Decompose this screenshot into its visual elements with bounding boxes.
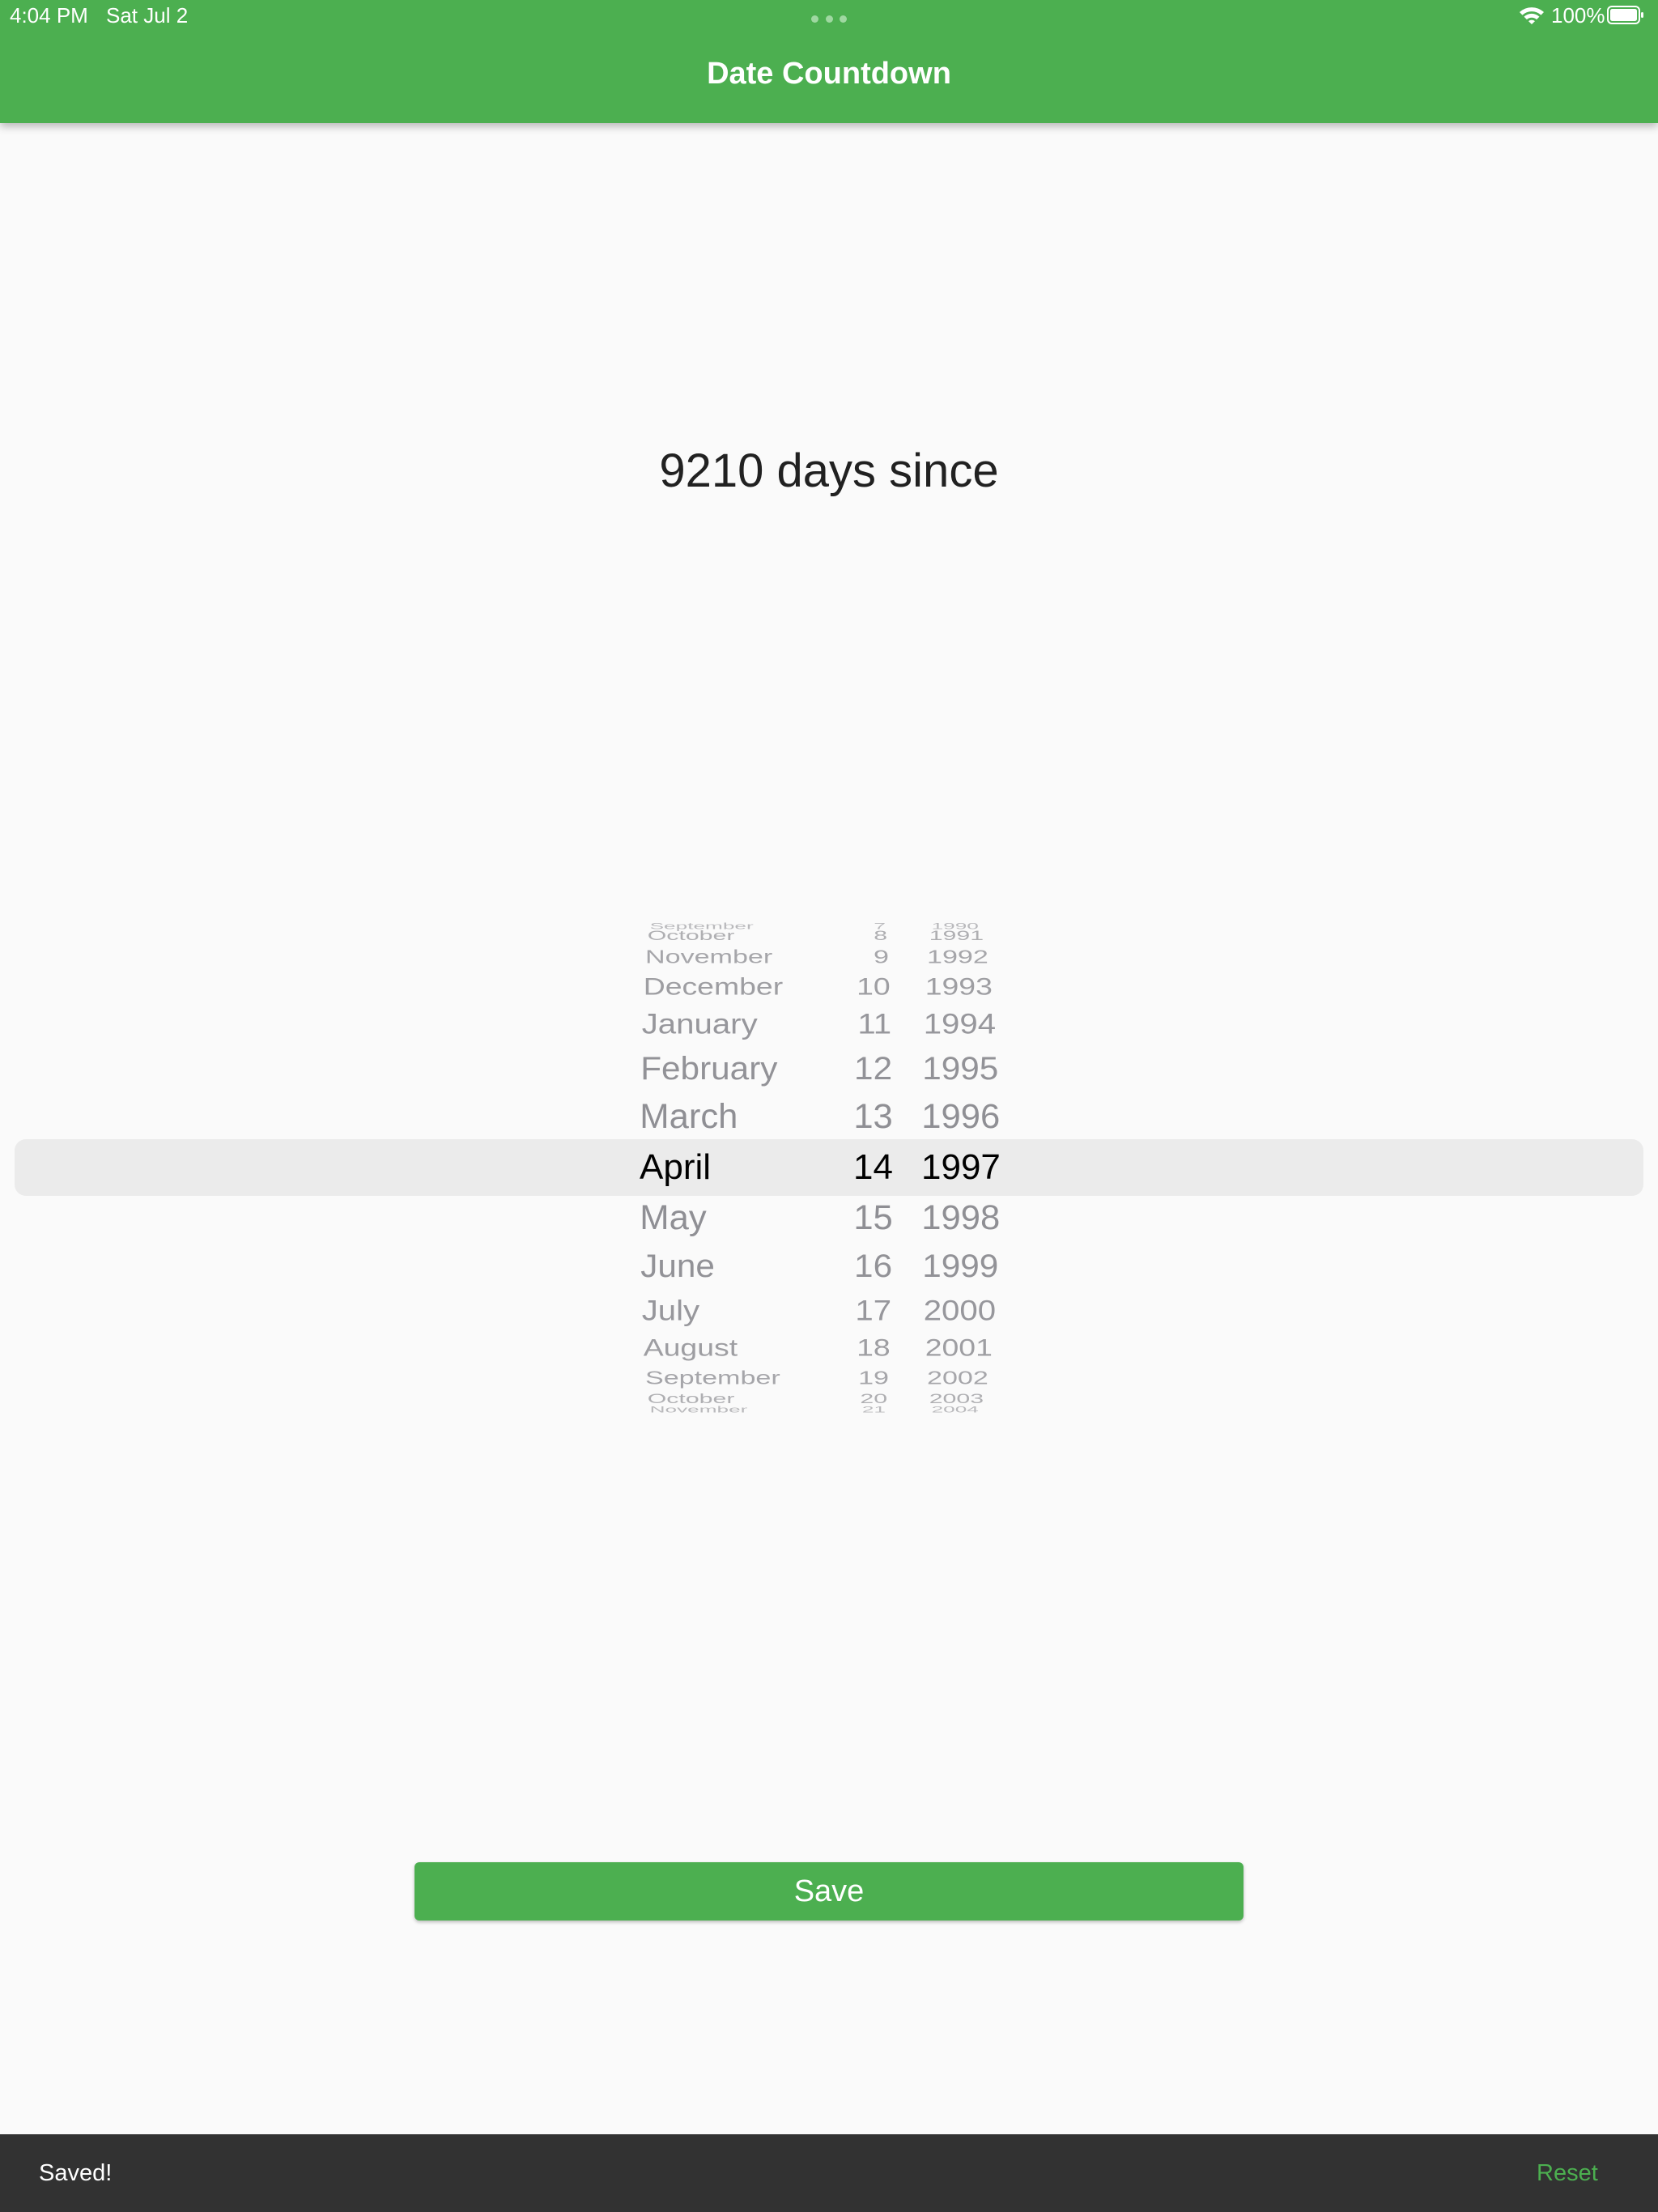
picker-month-item[interactable]: June [640, 1250, 715, 1283]
picker-year-item[interactable]: 1993 [925, 974, 993, 998]
save-button[interactable]: Save [414, 1862, 1244, 1921]
picker-day-item[interactable]: 20 [860, 1392, 887, 1406]
picker-year-item[interactable]: 1998 [921, 1200, 1000, 1236]
picker-day-item[interactable]: 13 [853, 1099, 893, 1134]
picker-year-item[interactable]: 2000 [924, 1295, 996, 1325]
status-date: Sat Jul 2 [106, 3, 189, 28]
more-dots-icon[interactable] [811, 15, 847, 23]
picker-month-item[interactable]: August [644, 1336, 738, 1360]
snackbar-message: Saved! [39, 2160, 113, 2186]
picker-day-item[interactable]: 11 [857, 1010, 891, 1039]
picker-month-item[interactable]: February [640, 1052, 777, 1085]
selection-highlight [15, 1139, 1643, 1196]
status-time: 4:04 PM [10, 3, 88, 28]
picker-day-item[interactable]: 10 [857, 974, 891, 998]
battery-percent: 100% [1551, 3, 1605, 28]
date-picker[interactable]: September October November December January F… [0, 897, 1658, 1438]
picker-day-item[interactable]: 16 [854, 1250, 892, 1283]
snackbar: Saved! Reset [0, 2134, 1658, 2212]
battery-icon [1607, 6, 1643, 24]
picker-day-item[interactable]: 19 [858, 1369, 889, 1388]
picker-month-item[interactable]: November [650, 1405, 748, 1414]
wifi-icon [1520, 7, 1544, 24]
picker-month-item[interactable]: October [648, 1392, 735, 1406]
picker-day-item[interactable]: 9 [874, 947, 889, 966]
picker-month-item[interactable]: October [648, 929, 735, 943]
picker-year-item[interactable]: 1994 [924, 1010, 996, 1039]
picker-year-item[interactable]: 2001 [925, 1336, 993, 1360]
picker-year-item[interactable]: 1995 [922, 1052, 998, 1085]
reset-button[interactable]: Reset [1537, 2160, 1598, 2187]
picker-day-item[interactable]: 12 [854, 1052, 892, 1085]
picker-day-item[interactable]: 18 [857, 1336, 891, 1360]
picker-year-item[interactable]: 1997 [921, 1150, 1001, 1185]
picker-month-item[interactable]: January [642, 1010, 758, 1039]
picker-year-item[interactable]: 2003 [929, 1392, 984, 1406]
picker-month-item[interactable]: December [644, 974, 783, 998]
picker-day-item[interactable]: 21 [862, 1405, 886, 1414]
picker-month-item[interactable]: March [640, 1099, 738, 1134]
picker-day-item[interactable]: 14 [853, 1150, 893, 1185]
picker-year-item[interactable]: 1996 [921, 1099, 1000, 1134]
picker-year-item[interactable]: 1999 [922, 1250, 998, 1283]
picker-day-item[interactable]: 8 [874, 929, 887, 943]
picker-year-item[interactable]: 2002 [927, 1369, 988, 1388]
picker-month-item[interactable]: May [640, 1200, 706, 1236]
picker-year-item[interactable]: 1991 [929, 929, 984, 943]
picker-month-item[interactable]: April [640, 1150, 711, 1185]
page-title: Date Countdown [707, 57, 951, 91]
picker-year-item[interactable]: 2004 [932, 1405, 979, 1414]
app-bar: 4:04 PM Sat Jul 2 100% Date Countdown [0, 0, 1658, 123]
picker-day-item[interactable]: 15 [853, 1200, 893, 1236]
picker-month-item[interactable]: November [645, 947, 772, 966]
picker-year-item[interactable]: 1992 [927, 947, 988, 966]
countdown-text: 9210 days since [659, 445, 999, 497]
picker-day-item[interactable]: 17 [855, 1295, 891, 1325]
picker-month-item[interactable]: July [642, 1295, 699, 1325]
picker-month-item[interactable]: September [645, 1369, 780, 1388]
